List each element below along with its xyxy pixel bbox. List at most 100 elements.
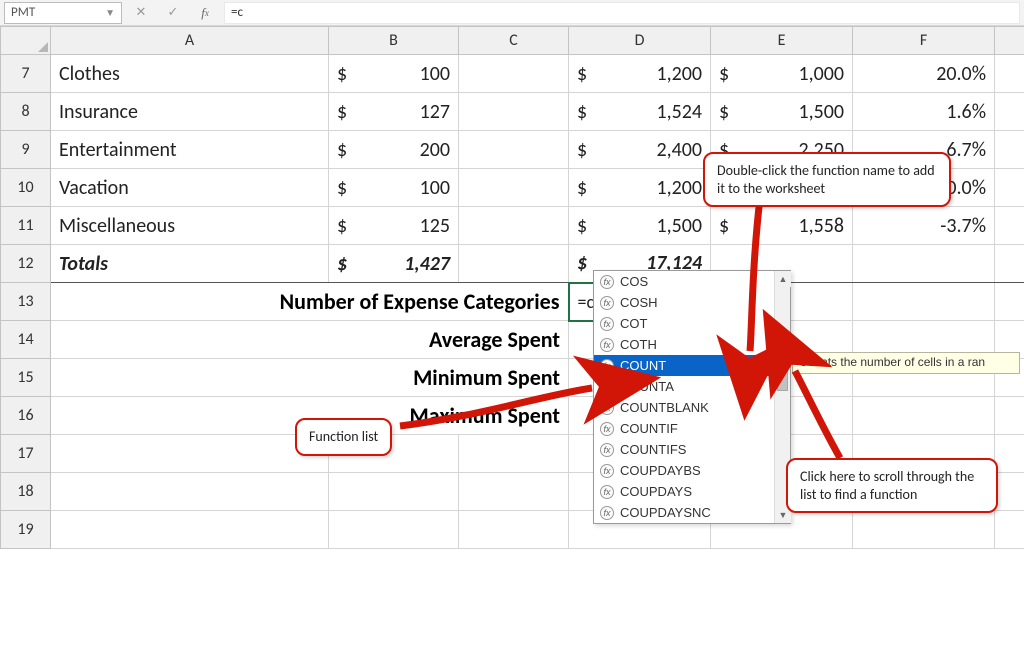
col-header-D[interactable]: D: [569, 27, 711, 55]
row-header[interactable]: 7: [1, 55, 51, 93]
chevron-down-icon[interactable]: ▼: [105, 6, 115, 19]
cell[interactable]: [995, 511, 1024, 549]
col-header-A[interactable]: A: [51, 27, 329, 55]
cell[interactable]: Insurance: [51, 93, 329, 131]
function-autocomplete-list[interactable]: fx COS fx COSH fx COT fx COTH fx COUNT f…: [593, 270, 791, 524]
cell[interactable]: [459, 131, 569, 169]
col-header-blank[interactable]: [995, 27, 1024, 55]
worksheet-grid[interactable]: A B C D E F 7 Clothes $100 $1,200 $1,000…: [0, 26, 1024, 549]
cell[interactable]: $2,400: [569, 131, 711, 169]
cell[interactable]: [459, 511, 569, 549]
cell[interactable]: [329, 511, 459, 549]
autocomplete-item[interactable]: fx COUPDAYSNC: [594, 502, 790, 523]
row-header[interactable]: 18: [1, 473, 51, 511]
cell[interactable]: [459, 435, 569, 473]
cell[interactable]: $100: [329, 169, 459, 207]
autocomplete-item[interactable]: fx COT: [594, 313, 790, 334]
cell[interactable]: [995, 207, 1024, 245]
col-header-E[interactable]: E: [711, 27, 853, 55]
cell[interactable]: -3.7%: [853, 207, 995, 245]
cell[interactable]: Miscellaneous: [51, 207, 329, 245]
cell[interactable]: [995, 169, 1024, 207]
cell[interactable]: $1,427: [329, 245, 459, 283]
fx-icon: fx: [600, 464, 614, 478]
cell[interactable]: Clothes: [51, 55, 329, 93]
fx-icon: fx: [600, 401, 614, 415]
autocomplete-item[interactable]: fx COUNTBLANK: [594, 397, 790, 418]
row-header[interactable]: 19: [1, 511, 51, 549]
cell[interactable]: $100: [329, 55, 459, 93]
cell[interactable]: Entertainment: [51, 131, 329, 169]
cell[interactable]: [459, 55, 569, 93]
cell[interactable]: [995, 397, 1024, 435]
cell[interactable]: Totals: [51, 245, 329, 283]
cell[interactable]: [459, 93, 569, 131]
select-all-triangle[interactable]: [1, 27, 51, 55]
cell[interactable]: [995, 55, 1024, 93]
name-box[interactable]: PMT ▼: [4, 2, 122, 24]
cell[interactable]: Vacation: [51, 169, 329, 207]
cell[interactable]: [995, 435, 1024, 473]
label-minimum-spent[interactable]: Minimum Spent: [51, 359, 569, 397]
cell[interactable]: $1,200: [569, 55, 711, 93]
cell[interactable]: [995, 93, 1024, 131]
insert-function-icon[interactable]: fx: [192, 2, 218, 24]
cell[interactable]: [995, 473, 1024, 511]
cell[interactable]: $1,000: [711, 55, 853, 93]
cell[interactable]: [459, 473, 569, 511]
cell[interactable]: $1,558: [711, 207, 853, 245]
autocomplete-item[interactable]: fx COTH: [594, 334, 790, 355]
row-header[interactable]: 14: [1, 321, 51, 359]
autocomplete-item[interactable]: fx COUNTIFS: [594, 439, 790, 460]
row-header[interactable]: 11: [1, 207, 51, 245]
label-average-spent[interactable]: Average Spent: [51, 321, 569, 359]
enter-entry-icon[interactable]: ✓: [160, 2, 186, 24]
cell[interactable]: [329, 473, 459, 511]
row-header[interactable]: 10: [1, 169, 51, 207]
autocomplete-item[interactable]: fx COUPDAYS: [594, 481, 790, 502]
cell[interactable]: $1,500: [569, 207, 711, 245]
col-header-C[interactable]: C: [459, 27, 569, 55]
formula-bar-input[interactable]: =c: [224, 2, 1020, 24]
row-header[interactable]: 16: [1, 397, 51, 435]
row-header[interactable]: 9: [1, 131, 51, 169]
cell[interactable]: [995, 283, 1024, 321]
autocomplete-item[interactable]: fx COSH: [594, 292, 790, 313]
cell[interactable]: $1,500: [711, 93, 853, 131]
cell[interactable]: [853, 397, 995, 435]
cell[interactable]: [459, 245, 569, 283]
autocomplete-item[interactable]: fx COS: [594, 271, 790, 292]
cell[interactable]: [51, 511, 329, 549]
cell[interactable]: [51, 473, 329, 511]
cell[interactable]: $1,200: [569, 169, 711, 207]
scroll-up-icon[interactable]: ▲: [775, 271, 791, 287]
autocomplete-item[interactable]: fx COUNTIF: [594, 418, 790, 439]
function-tooltip: Counts the number of cells in a ran: [792, 352, 1020, 374]
label-expense-categories[interactable]: Number of Expense Categories: [51, 283, 569, 321]
cell[interactable]: 1.6%: [853, 93, 995, 131]
autocomplete-item[interactable]: fx COUPDAYBS: [594, 460, 790, 481]
col-header-B[interactable]: B: [329, 27, 459, 55]
cancel-entry-icon[interactable]: ✕: [128, 2, 154, 24]
autocomplete-item-label: COUPDAYS: [620, 484, 692, 499]
cell[interactable]: [853, 283, 995, 321]
row-header[interactable]: 17: [1, 435, 51, 473]
cell[interactable]: $1,524: [569, 93, 711, 131]
cell[interactable]: $125: [329, 207, 459, 245]
row-header[interactable]: 13: [1, 283, 51, 321]
cell[interactable]: $200: [329, 131, 459, 169]
cell[interactable]: 20.0%: [853, 55, 995, 93]
cell[interactable]: [995, 131, 1024, 169]
cell[interactable]: [853, 511, 995, 549]
scroll-thumb[interactable]: [777, 351, 788, 391]
row-header[interactable]: 12: [1, 245, 51, 283]
row-header[interactable]: 8: [1, 93, 51, 131]
cell[interactable]: [995, 245, 1024, 283]
cell[interactable]: [853, 245, 995, 283]
cell[interactable]: [459, 169, 569, 207]
cell[interactable]: [51, 435, 329, 473]
cell[interactable]: $127: [329, 93, 459, 131]
col-header-F[interactable]: F: [853, 27, 995, 55]
cell[interactable]: [459, 207, 569, 245]
row-header[interactable]: 15: [1, 359, 51, 397]
